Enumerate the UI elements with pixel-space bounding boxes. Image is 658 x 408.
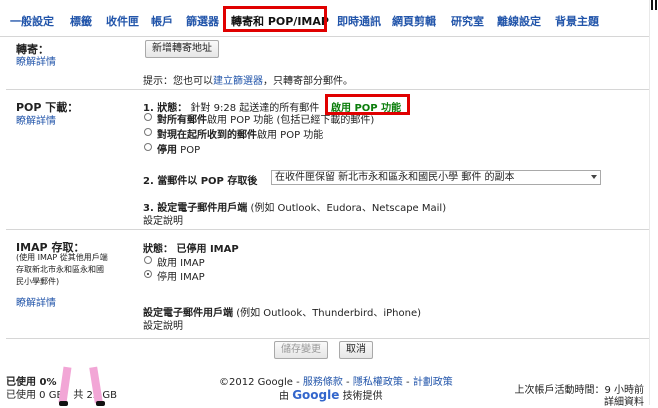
chevron-down-icon — [591, 175, 597, 179]
pop-status-highlight — [325, 94, 410, 115]
forwarding-tip: 提示：您也可以建立篩選器，只轉寄部分郵件。 — [143, 72, 353, 87]
pop-disable-bold: 停用 — [157, 145, 177, 156]
imap-section: IMAP 存取： (使用 IMAP 從其他用戶端存取新北市永和區永和國民小學郵件… — [6, 230, 649, 339]
tab-offline[interactable]: 離線設定 — [497, 13, 541, 29]
theme-foot-left — [59, 401, 68, 406]
imap-config-instructions-link[interactable]: 設定說明 — [143, 317, 183, 332]
theme-leg-left — [58, 366, 72, 404]
imap-disable-label: 停用 IMAP — [157, 272, 205, 283]
settings-tabs: 一般設定 標籤 收件匣 帳戶 篩選器 轉寄和 POP/IMAP 即時通訊 網頁剪… — [0, 0, 658, 37]
tab-web-clips[interactable]: 網頁剪輯 — [392, 13, 436, 29]
imap-configure-hint: (例如 Outlook、Thunderbird、iPhone) — [236, 308, 422, 319]
pop-all-mail-rest: 啟用 POP 功能 (包括已經下載的郵件) — [207, 115, 375, 126]
powered-prefix: 由 — [279, 391, 289, 402]
pop-new-mail-radio[interactable] — [144, 128, 152, 136]
forwarding-tip-suffix: ，只轉寄部分郵件。 — [263, 76, 353, 87]
pop-new-mail-label: 對現在起所收到的郵件啟用 POP 功能 — [157, 126, 323, 141]
forwarding-section: 轉寄： 瞭解詳情 新增轉寄地址 提示：您也可以建立篩選器，只轉寄部分郵件。 — [6, 37, 649, 90]
tab-labels[interactable]: 標籤 — [70, 13, 92, 29]
pop-when-select[interactable]: 在收件匣保留 新北市永和區永和國民小學 郵件 的副本 — [271, 170, 601, 185]
footer-links: ©2012 Google - 服務條款 - 隱私權政策 - 計劃政策 — [219, 377, 453, 388]
pop-when-select-value: 在收件匣保留 新北市永和區永和國民小學 郵件 的副本 — [275, 172, 515, 183]
tab-filters[interactable]: 篩選器 — [186, 13, 219, 29]
create-filter-link[interactable]: 建立篩選器 — [213, 76, 263, 87]
theme-figure-legs — [58, 363, 110, 406]
forwarding-learn-more-link[interactable]: 瞭解詳情 — [16, 53, 56, 68]
save-changes-button[interactable]: 儲存變更 — [274, 341, 328, 359]
theme-foot-right — [96, 401, 105, 406]
tab-themes[interactable]: 背景主題 — [555, 13, 599, 29]
program-policies-link[interactable]: 計劃政策 — [413, 377, 453, 388]
powered-by: 由 Google 技術提供 — [279, 387, 383, 402]
add-forwarding-address-button[interactable]: 新增轉寄地址 — [145, 40, 219, 58]
cancel-button[interactable]: 取消 — [339, 341, 373, 359]
pop-disable-label: 停用 POP — [157, 141, 200, 156]
pop-configure-line: 3. 設定電子郵件用戶端 (例如 Outlook、Eudora、Netscape… — [143, 199, 446, 214]
pop-new-mail-rest: 啟用 POP 功能 — [257, 130, 324, 141]
pop-new-mail-bold: 對現在起所收到的郵件 — [157, 130, 257, 141]
tab-inbox[interactable]: 收件匣 — [106, 13, 139, 29]
imap-disable-radio[interactable] — [144, 270, 152, 278]
pop-configure-hint: (例如 Outlook、Eudora、Netscape Mail) — [250, 203, 447, 214]
tab-labs[interactable]: 研究室 — [451, 13, 484, 29]
pop-all-mail-radio[interactable] — [144, 113, 152, 121]
imap-enable-label: 啟用 IMAP — [157, 258, 205, 269]
imap-enable-radio[interactable] — [144, 256, 152, 264]
imap-status: 狀態： 已停用 IMAP — [143, 240, 239, 255]
google-logo: Google — [292, 388, 340, 402]
edge-mark-2 — [655, 0, 657, 10]
pop-config-instructions-link[interactable]: 設定說明 — [143, 212, 183, 227]
imap-configure-line: 設定電子郵件用戶端 (例如 Outlook、Thunderbird、iPhone… — [143, 304, 421, 319]
tab-general[interactable]: 一般設定 — [10, 13, 54, 29]
active-tab-highlight — [223, 6, 327, 32]
tab-chat[interactable]: 即時通訊 — [337, 13, 381, 29]
imap-note: (使用 IMAP 從其他用戶端存取新北市永和區永和國民小學郵件) — [16, 253, 108, 286]
pop-all-mail-bold: 對所有郵件 — [157, 115, 207, 126]
theme-leg-right — [89, 366, 103, 404]
activity-details-link[interactable]: 詳細資料 — [604, 393, 644, 408]
pop-when-label: 2. 當郵件以 POP 存取後 — [143, 176, 258, 187]
tab-accounts[interactable]: 帳戶 — [151, 13, 173, 29]
powered-suffix: 技術提供 — [342, 391, 383, 402]
pop-disable-radio[interactable] — [144, 143, 152, 151]
pop-learn-more-link[interactable]: 瞭解詳情 — [16, 112, 56, 127]
edge-mark-1 — [651, 0, 653, 10]
forwarding-tip-prefix: 提示：您也可以 — [143, 76, 213, 87]
imap-learn-more-link[interactable]: 瞭解詳情 — [16, 294, 56, 309]
right-edge-bar — [649, 0, 658, 405]
pop-disable-rest: POP — [177, 145, 201, 156]
